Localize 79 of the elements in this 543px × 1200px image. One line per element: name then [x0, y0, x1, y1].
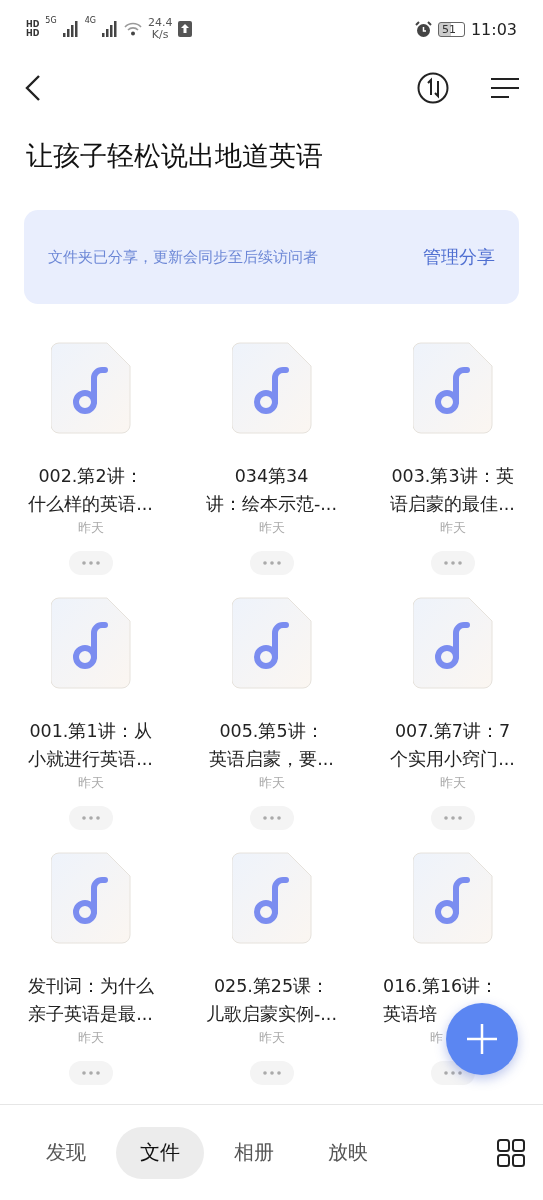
music-file-icon: [50, 342, 131, 434]
music-file-icon: [50, 597, 131, 689]
more-button[interactable]: [68, 806, 113, 830]
more-button[interactable]: [249, 1061, 294, 1085]
file-name-line[interactable]: 什么样的英语...: [28, 494, 153, 514]
more-icon: [262, 1071, 281, 1075]
manage-share-link[interactable]: 管理分享: [423, 245, 495, 269]
wifi-icon: [123, 22, 142, 36]
more-icon: [81, 816, 100, 820]
alarm-icon: [414, 20, 432, 38]
folder-title: 让孩子轻松说出地道英语: [26, 139, 324, 173]
more-button[interactable]: [249, 806, 294, 830]
file-name-line[interactable]: 小就进行英语...: [28, 749, 153, 769]
network-speed: K/s: [151, 29, 169, 41]
file-name-line[interactable]: 语启蒙的最佳...: [390, 494, 515, 514]
bottom-tab[interactable]: 文件: [116, 1126, 204, 1179]
grid-icon[interactable]: [497, 1138, 525, 1167]
more-button[interactable]: [249, 551, 294, 575]
more-icon: [81, 561, 100, 565]
file-name-line[interactable]: 007.第7讲：7: [394, 721, 511, 741]
sim-label: HD: [26, 29, 40, 38]
file-name-line[interactable]: 003.第3讲：英: [391, 466, 514, 486]
sim-label: HD: [26, 20, 40, 29]
file-date: 昨天: [439, 519, 466, 537]
signal-icon: [62, 21, 79, 37]
more-button[interactable]: [430, 806, 475, 830]
more-icon: [81, 1071, 100, 1075]
file-date: 昨天: [77, 1029, 104, 1047]
file-date: 昨: [430, 1029, 443, 1047]
upload-icon: [178, 21, 193, 37]
plus-icon: [467, 1024, 497, 1054]
bottom-tab[interactable]: 放映: [304, 1126, 392, 1179]
network-type: 5G: [45, 16, 57, 25]
more-icon: [443, 561, 462, 565]
file-date: 昨天: [439, 774, 466, 792]
file-name-line[interactable]: 016.第16讲：: [383, 976, 499, 996]
music-file-icon: [50, 852, 131, 944]
more-icon: [443, 816, 462, 820]
music-file-icon: [231, 597, 312, 689]
file-date: 昨天: [77, 774, 104, 792]
file-name-line[interactable]: 001.第1讲：从: [29, 721, 152, 741]
more-icon: [262, 816, 281, 820]
file-name-line[interactable]: 讲：绘本示范-...: [206, 494, 337, 514]
music-file-icon: [412, 852, 493, 944]
file-date: 昨天: [77, 519, 104, 537]
network-speed: 24.4: [147, 17, 173, 29]
file-date: 昨天: [258, 774, 285, 792]
file-date: 昨天: [258, 1029, 285, 1047]
more-button[interactable]: [430, 551, 475, 575]
more-icon: [443, 1071, 462, 1075]
back-icon[interactable]: [24, 74, 42, 102]
more-icon: [262, 561, 281, 565]
file-name-line[interactable]: 个实用小窍门...: [390, 749, 515, 769]
file-name-line[interactable]: 005.第5讲：: [219, 721, 324, 741]
more-button[interactable]: [68, 551, 113, 575]
music-file-icon: [412, 342, 493, 434]
file-date: 昨天: [258, 519, 285, 537]
music-file-icon: [231, 852, 312, 944]
add-button[interactable]: [446, 1003, 518, 1075]
file-name-line[interactable]: 034第34: [234, 466, 309, 486]
music-file-icon: [412, 597, 493, 689]
file-name-line[interactable]: 025.第25课：: [213, 976, 330, 996]
signal-icon: [101, 21, 118, 37]
clock-time: 11:03: [470, 19, 517, 39]
menu-icon[interactable]: [491, 77, 519, 99]
music-file-icon: [231, 342, 312, 434]
bottom-tab[interactable]: 发现: [22, 1126, 110, 1179]
more-button[interactable]: [68, 1061, 113, 1085]
file-name-line[interactable]: 英语培: [383, 1004, 437, 1024]
file-name-line[interactable]: 亲子英语是最...: [28, 1004, 153, 1024]
sort-icon[interactable]: [417, 72, 449, 104]
file-name-line[interactable]: 002.第2讲：: [38, 466, 143, 486]
bottom-tab[interactable]: 相册: [210, 1126, 298, 1179]
network-type: 4G: [84, 16, 96, 25]
share-message: 文件夹已分享，更新会同步至后续访问者: [48, 247, 318, 267]
file-name-line[interactable]: 儿歌启蒙实例-...: [206, 1004, 337, 1024]
file-name-line[interactable]: 英语启蒙，要...: [209, 749, 334, 769]
battery-level: 51: [437, 21, 465, 37]
file-name-line[interactable]: 发刊词：为什么: [27, 976, 154, 996]
